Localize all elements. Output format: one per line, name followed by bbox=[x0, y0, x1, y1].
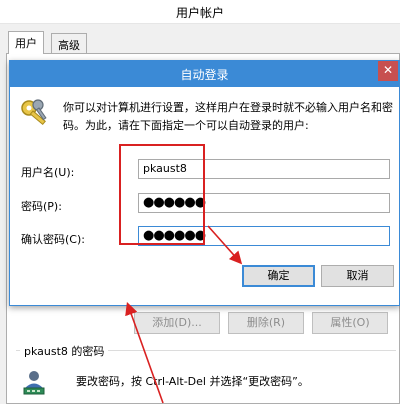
ok-button[interactable]: 确定 bbox=[242, 265, 315, 287]
username-label: 用户名(U): bbox=[21, 166, 75, 179]
cancel-button[interactable]: 取消 bbox=[321, 265, 394, 287]
dialog-description: 你可以对计算机进行设置，这样用户在登录时就不必输入用户名和密码。为此，请在下面指… bbox=[63, 101, 393, 132]
user-keyboard-icon bbox=[23, 371, 45, 395]
keys-icon bbox=[21, 99, 47, 126]
tab-advanced[interactable]: 高级 bbox=[51, 33, 87, 53]
outer-window-title: 用户帐户 bbox=[175, 6, 224, 20]
add-user-button[interactable]: 添加(D)... bbox=[134, 312, 220, 334]
properties-button[interactable]: 属性(O) bbox=[312, 312, 388, 334]
dialog-titlebar: 自动登录 ✕ bbox=[10, 61, 399, 87]
dialog-title: 自动登录 bbox=[180, 68, 229, 82]
remove-user-button[interactable]: 删除(R) bbox=[228, 312, 304, 334]
password-group-title: pkaust8 的密码 bbox=[20, 343, 109, 359]
tab-users[interactable]: 用户 bbox=[8, 31, 44, 54]
confirm-password-label: 确认密码(C): bbox=[21, 233, 85, 246]
close-icon[interactable]: ✕ bbox=[378, 61, 398, 81]
annotation-box-credentials bbox=[119, 144, 205, 245]
password-change-hint: 要改密码，按 Ctrl-Alt-Del 并选择“更改密码”。 bbox=[76, 375, 309, 388]
password-label: 密码(P): bbox=[21, 200, 62, 213]
outer-window-titlebar: 用户帐户 bbox=[0, 0, 400, 24]
